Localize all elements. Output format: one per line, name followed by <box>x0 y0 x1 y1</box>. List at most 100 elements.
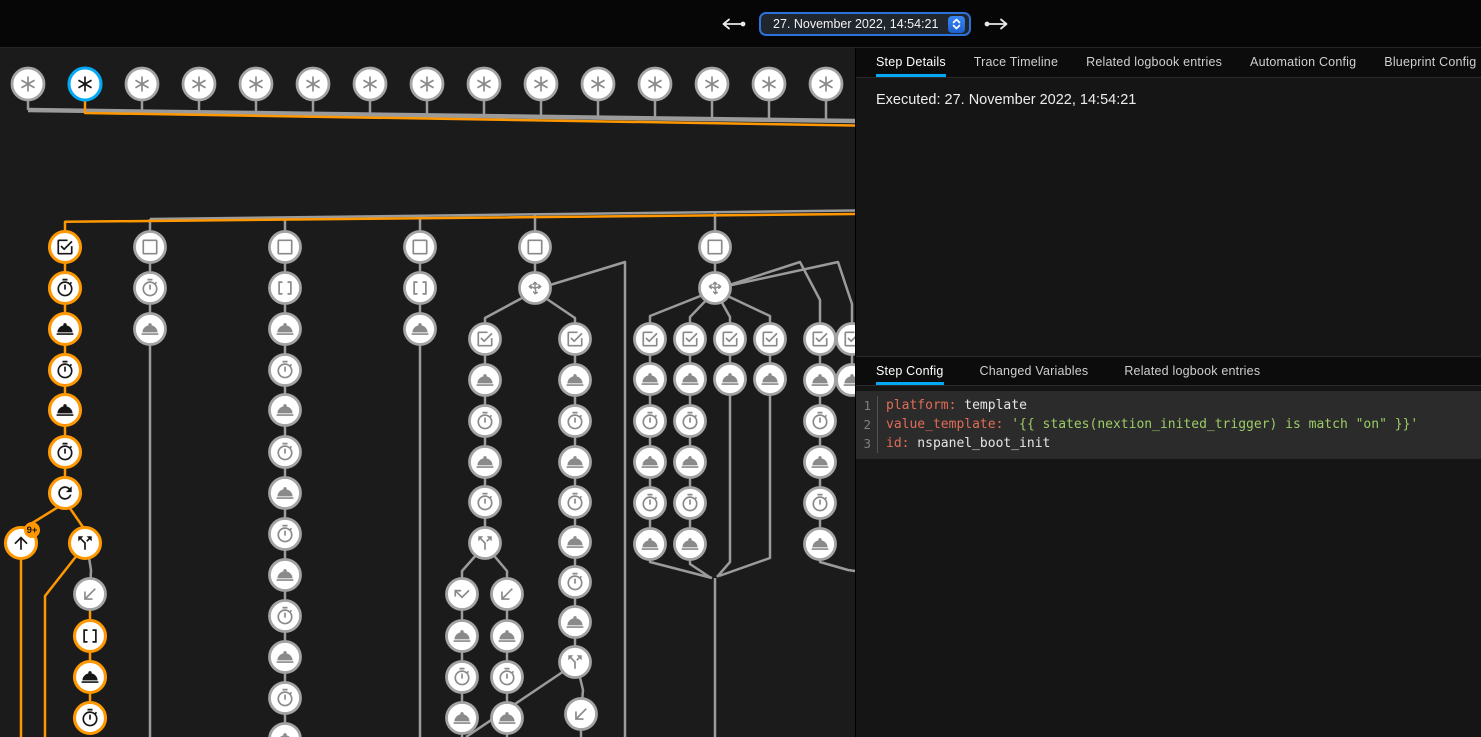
node-asterisk[interactable] <box>639 68 671 100</box>
node-dome[interactable] <box>270 314 301 345</box>
node-arrow-bottom-left[interactable] <box>566 699 597 730</box>
node-arrow-bottom-left[interactable] <box>492 579 523 610</box>
node-brackets[interactable] <box>270 273 301 304</box>
node-timer[interactable] <box>470 487 501 518</box>
tab-trace-timeline[interactable]: Trace Timeline <box>974 48 1058 77</box>
node-dome[interactable] <box>270 642 301 673</box>
node-brackets[interactable] <box>75 621 106 652</box>
node-asterisk[interactable] <box>582 68 614 100</box>
node-timer[interactable] <box>675 488 706 519</box>
node-dome[interactable] <box>50 314 81 345</box>
node-asterisk[interactable] <box>810 68 842 100</box>
node-dome[interactable] <box>135 314 166 345</box>
node-call-missed[interactable] <box>447 579 478 610</box>
previous-run-button[interactable] <box>720 18 746 30</box>
node-square[interactable] <box>700 232 731 263</box>
tab-blueprint-config[interactable]: Blueprint Config <box>1384 48 1476 77</box>
node-dome[interactable] <box>50 395 81 426</box>
node-call-split[interactable] <box>560 647 591 678</box>
node-checkbox[interactable] <box>715 324 746 355</box>
node-checkbox[interactable] <box>755 324 786 355</box>
node-timer[interactable] <box>470 406 501 437</box>
node-call-split[interactable] <box>470 528 501 559</box>
step-config-code-editor[interactable]: 1platform: template2value_template: '{{ … <box>856 391 1481 459</box>
node-timer[interactable] <box>492 662 523 693</box>
node-dome[interactable] <box>470 447 501 478</box>
node-dome[interactable] <box>675 447 706 478</box>
run-date-picker[interactable]: 27. November 2022, 14:54:21 <box>759 12 971 36</box>
node-asterisk[interactable] <box>12 68 44 100</box>
node-dome[interactable] <box>492 621 523 652</box>
node-timer[interactable] <box>50 273 81 304</box>
node-timer[interactable] <box>75 703 106 734</box>
node-timer[interactable] <box>805 406 836 437</box>
node-timer[interactable] <box>50 437 81 468</box>
node-dome[interactable] <box>560 607 591 638</box>
node-dome[interactable] <box>560 527 591 558</box>
node-dome[interactable] <box>270 724 301 737</box>
node-dome[interactable] <box>560 447 591 478</box>
node-asterisk[interactable] <box>297 68 329 100</box>
tab-related-logbook-entries[interactable]: Related logbook entries <box>1124 357 1260 385</box>
node-checkbox[interactable] <box>470 324 501 355</box>
node-dome[interactable] <box>837 365 856 396</box>
node-timer[interactable] <box>270 355 301 386</box>
node-arrow-up[interactable]: 9+ <box>6 522 41 559</box>
tab-changed-variables[interactable]: Changed Variables <box>980 357 1089 385</box>
node-decision[interactable] <box>520 273 551 304</box>
node-timer[interactable] <box>270 683 301 714</box>
node-asterisk[interactable] <box>240 68 272 100</box>
node-asterisk[interactable] <box>468 68 500 100</box>
trace-graph-svg[interactable]: 9+ <box>0 48 855 737</box>
node-decision[interactable] <box>700 273 731 304</box>
node-dome[interactable] <box>715 364 746 395</box>
node-timer[interactable] <box>50 355 81 386</box>
node-timer[interactable] <box>635 406 666 437</box>
tab-related-logbook-entries[interactable]: Related logbook entries <box>1086 48 1222 77</box>
node-dome[interactable] <box>805 365 836 396</box>
node-asterisk[interactable] <box>69 68 101 100</box>
node-dome[interactable] <box>447 703 478 734</box>
node-dome[interactable] <box>270 478 301 509</box>
node-square[interactable] <box>520 232 551 263</box>
node-timer[interactable] <box>560 567 591 598</box>
node-arrow-bottom-left[interactable] <box>75 579 106 610</box>
node-dome[interactable] <box>635 364 666 395</box>
node-timer[interactable] <box>270 519 301 550</box>
node-timer[interactable] <box>560 406 591 437</box>
node-timer[interactable] <box>635 488 666 519</box>
node-timer[interactable] <box>805 488 836 519</box>
node-asterisk[interactable] <box>411 68 443 100</box>
node-checkbox[interactable] <box>675 324 706 355</box>
node-dome[interactable] <box>805 447 836 478</box>
node-dome[interactable] <box>492 703 523 734</box>
node-dome[interactable] <box>560 365 591 396</box>
node-dome[interactable] <box>635 529 666 560</box>
node-dome[interactable] <box>805 529 836 560</box>
node-dome[interactable] <box>635 447 666 478</box>
node-asterisk[interactable] <box>354 68 386 100</box>
node-asterisk[interactable] <box>696 68 728 100</box>
node-asterisk[interactable] <box>183 68 215 100</box>
next-run-button[interactable] <box>984 18 1010 30</box>
node-timer[interactable] <box>270 601 301 632</box>
node-brackets[interactable] <box>405 273 436 304</box>
node-checkbox[interactable] <box>837 324 856 355</box>
node-timer[interactable] <box>135 273 166 304</box>
node-asterisk[interactable] <box>753 68 785 100</box>
node-refresh[interactable] <box>50 478 81 509</box>
node-timer[interactable] <box>270 437 301 468</box>
node-dome[interactable] <box>470 365 501 396</box>
tab-step-details[interactable]: Step Details <box>876 48 946 77</box>
node-asterisk[interactable] <box>525 68 557 100</box>
node-checkbox[interactable] <box>635 324 666 355</box>
node-dome[interactable] <box>675 529 706 560</box>
node-square[interactable] <box>270 232 301 263</box>
node-dome[interactable] <box>270 395 301 426</box>
node-dome[interactable] <box>75 662 106 693</box>
node-dome[interactable] <box>405 314 436 345</box>
node-dome[interactable] <box>675 364 706 395</box>
node-timer[interactable] <box>447 662 478 693</box>
node-checkbox[interactable] <box>560 324 591 355</box>
node-dome[interactable] <box>755 364 786 395</box>
